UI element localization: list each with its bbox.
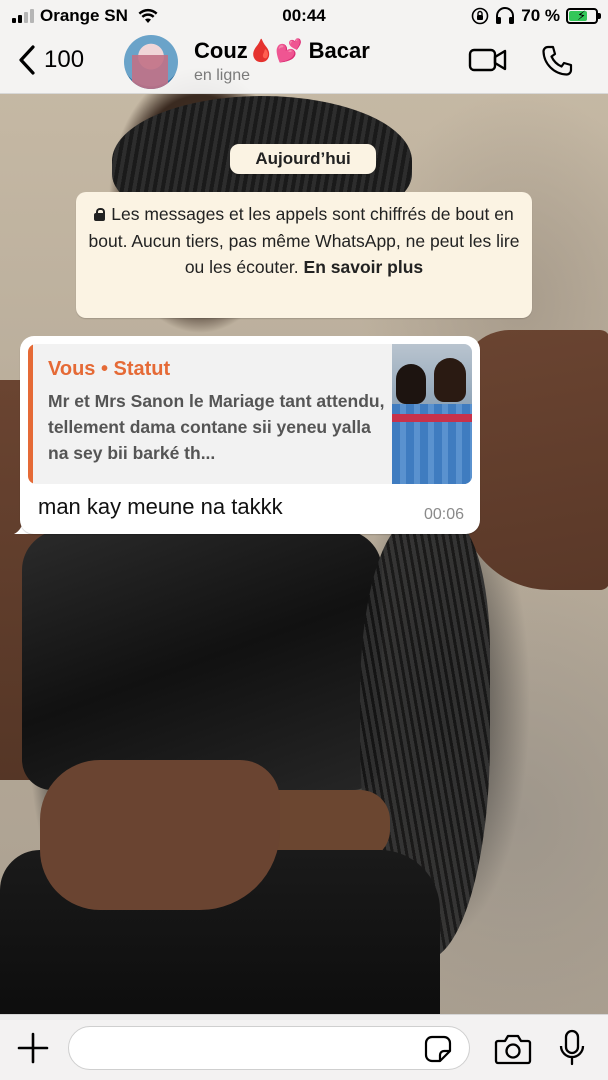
camera-icon[interactable]	[494, 1033, 532, 1065]
plus-icon[interactable]	[16, 1031, 50, 1065]
thumbnail-person-left	[396, 364, 426, 404]
avatar-blur	[132, 55, 168, 89]
quote-text: Mr et Mrs Sanon le Mariage tant attendu,…	[48, 391, 385, 463]
lock-icon	[94, 208, 106, 221]
input-bar	[0, 1014, 608, 1080]
date-separator: Aujourd’hui	[230, 144, 376, 174]
quote-author: Vous • Statut	[48, 358, 171, 380]
charging-bolt-icon: ⚡	[577, 8, 587, 23]
status-thumbnail	[392, 344, 472, 484]
sticker-icon[interactable]	[424, 1035, 452, 1063]
battery-icon: ⚡	[566, 8, 601, 24]
headphones-icon	[496, 7, 515, 24]
back-button[interactable]: 100	[16, 44, 84, 76]
wallpaper-top	[22, 530, 382, 790]
message-input[interactable]	[68, 1026, 470, 1070]
wallpaper-hand	[40, 760, 280, 910]
message-text: man kay meune na takkk	[38, 494, 283, 519]
battery-percent: 70 %	[521, 6, 560, 25]
thumbnail-person-right	[434, 358, 466, 402]
wallpaper-arm-right	[460, 330, 608, 590]
status-bar: Orange SN 00:44 70 % ⚡	[0, 0, 608, 32]
message-bubble[interactable]: Vous • Statut Mr et Mrs Sanon le Mariage…	[20, 336, 480, 534]
message-time: 00:06	[423, 506, 464, 523]
quote-accent-bar	[28, 344, 33, 484]
video-camera-icon[interactable]	[468, 46, 508, 74]
status-right: 70 % ⚡	[471, 6, 601, 26]
microphone-icon[interactable]	[558, 1029, 586, 1067]
phone-icon[interactable]	[540, 44, 574, 78]
learn-more-link[interactable]: En savoir plus	[304, 257, 424, 277]
thumbnail-band	[392, 414, 472, 422]
orientation-lock-icon	[471, 7, 489, 25]
contact-status: en ligne	[194, 67, 251, 84]
unread-count: 100	[44, 46, 85, 73]
chevron-left-icon	[19, 45, 35, 75]
avatar[interactable]	[124, 35, 178, 89]
encryption-notice[interactable]: Les messages et les appels sont chiffrés…	[76, 192, 532, 318]
contact-name[interactable]: Couz🩸💕 Bacar	[194, 38, 370, 64]
quoted-status[interactable]: Vous • Statut Mr et Mrs Sanon le Mariage…	[28, 344, 472, 484]
chat-header: 100 Couz🩸💕 Bacar en ligne	[0, 32, 608, 94]
